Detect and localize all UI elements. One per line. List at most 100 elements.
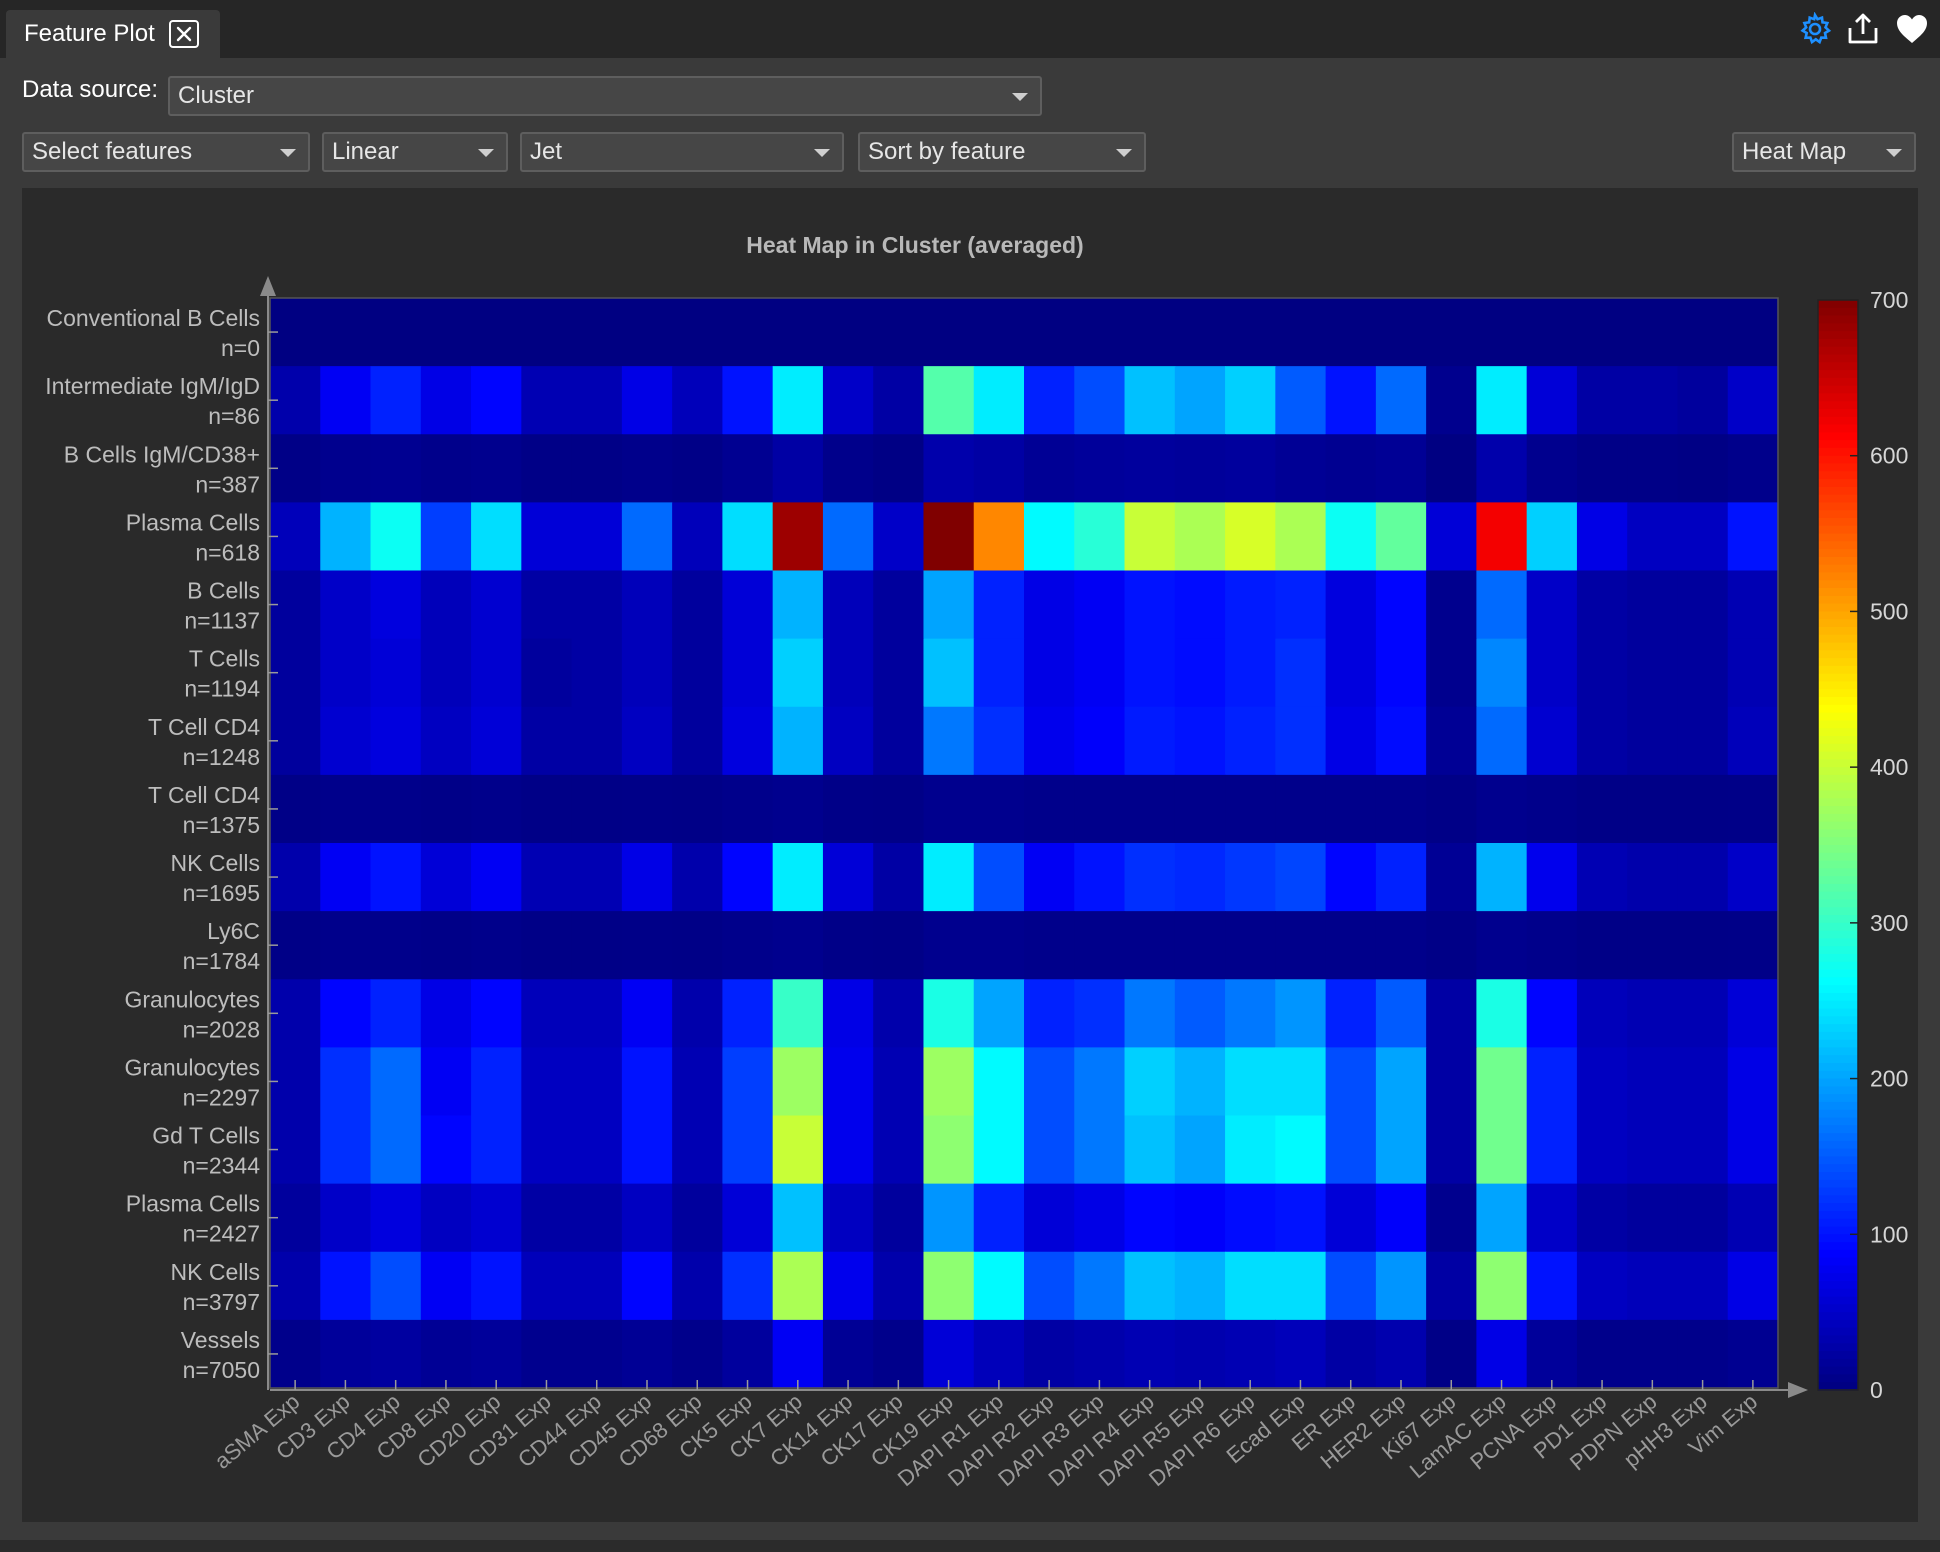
heatmap-cell — [1426, 1319, 1477, 1389]
heatmap-cell — [471, 570, 522, 640]
colorbar-segment — [1818, 370, 1858, 379]
close-icon[interactable] — [168, 20, 199, 48]
row-labels: Conventional B Cells n=0 Intermediate IgM/… — [45, 305, 260, 1383]
heatmap-cell — [1677, 638, 1729, 708]
colormap-dropdown[interactable]: Jet — [520, 132, 844, 172]
heatmap-cell — [521, 1319, 573, 1389]
heatmap-cell — [973, 502, 1025, 572]
heatmap-cell — [521, 1251, 573, 1321]
heatmap-cell — [1375, 1115, 1427, 1185]
heatmap-cell — [1325, 502, 1377, 572]
heatmap-cell — [1727, 638, 1779, 708]
heatmap-cell — [672, 706, 723, 776]
heatmap-cell — [1627, 502, 1679, 572]
heatmap-cell — [672, 1251, 723, 1321]
heatmap-cell — [1627, 570, 1679, 640]
heatmap-cell — [1576, 434, 1628, 503]
heatmap-cell — [1426, 638, 1477, 708]
tab-feature-plot[interactable]: Feature Plot — [6, 10, 220, 58]
heatmap-cell — [621, 1251, 673, 1321]
colorbar-segment — [1818, 852, 1858, 862]
colorbar-segment — [1818, 619, 1858, 628]
heatmap-cell — [1576, 1183, 1628, 1253]
heatmap-cell — [1426, 366, 1477, 435]
plot-type-dropdown[interactable]: Heat Map — [1732, 132, 1916, 172]
chevron-down-icon — [814, 149, 830, 157]
colorbar-segment — [1818, 1343, 1858, 1352]
heatmap-cell — [471, 638, 522, 708]
heatmap-cell — [521, 1115, 573, 1185]
select-features-dropdown[interactable]: Select features — [22, 132, 310, 172]
plot-area: Heat Map in Cluster (averaged) Conventio… — [22, 188, 1918, 1522]
data-source-dropdown[interactable]: Cluster — [168, 76, 1042, 116]
heatmap-cell — [1727, 979, 1779, 1048]
heatmap-cell — [1225, 706, 1276, 776]
heatmap-cell — [1526, 638, 1578, 708]
colorbar-segment — [1818, 494, 1858, 504]
heatmap-cell — [873, 1319, 925, 1389]
select-features-label: Select features — [32, 138, 193, 165]
heatmap-cell — [471, 1047, 522, 1117]
row-label-name: Granulocytes — [124, 986, 260, 1012]
colorbar-tick-label: 400 — [1870, 754, 1908, 780]
row-label-count: n=3797 — [183, 1289, 260, 1315]
heatmap-cell — [973, 1251, 1025, 1321]
heatmap-cell — [1627, 843, 1679, 912]
heatmap-cell — [621, 774, 673, 844]
colorbar-segment — [1818, 1187, 1858, 1197]
colorbar-segment — [1818, 1327, 1858, 1337]
heatmap-cell — [923, 366, 975, 435]
colorbar-segment — [1818, 1374, 1858, 1384]
heart-icon[interactable] — [1894, 12, 1930, 46]
heatmap-cell — [1426, 774, 1477, 844]
heatmap-cell — [320, 1047, 372, 1117]
heatmap-cell — [1576, 843, 1628, 912]
heatmap-cell — [722, 1047, 774, 1117]
heatmap-cell — [1526, 1047, 1578, 1117]
scale-dropdown[interactable]: Linear — [322, 132, 508, 172]
heatmap-cell — [471, 1183, 522, 1253]
heatmap-cell — [571, 366, 623, 435]
heatmap-cell — [873, 774, 925, 844]
sort-dropdown[interactable]: Sort by feature — [858, 132, 1146, 172]
gear-icon[interactable] — [1798, 12, 1832, 46]
heatmap-cell — [1476, 1115, 1528, 1185]
heatmap-cell — [722, 1115, 774, 1185]
heatmap-cell — [772, 1183, 824, 1253]
row-label-count: n=1194 — [184, 676, 260, 702]
heatmap-cell — [722, 434, 774, 503]
heatmap-cell — [420, 570, 472, 640]
heatmap-cell — [873, 638, 925, 708]
heatmap-cell — [873, 1183, 925, 1253]
export-icon[interactable] — [1846, 12, 1880, 46]
heatmap-cell — [1325, 1251, 1377, 1321]
heatmap-cell — [1677, 1115, 1729, 1185]
colorbar-segment — [1818, 930, 1858, 940]
row-label-count: n=387 — [195, 471, 260, 497]
colorbar-segment — [1818, 1172, 1858, 1181]
colorbar-segment — [1818, 1358, 1858, 1368]
heatmap-cell — [1677, 298, 1729, 367]
heatmap-cell — [722, 706, 774, 776]
heatmap-cell — [471, 366, 522, 435]
row-label-count: n=2028 — [183, 1016, 260, 1042]
colorbar-segment — [1818, 790, 1858, 800]
heatmap-cell — [822, 1319, 874, 1389]
heatmap-cell — [1325, 774, 1377, 844]
heatmap-cell — [1074, 1319, 1126, 1389]
colorbar-segment — [1818, 907, 1858, 916]
colorbar-segment — [1818, 806, 1858, 815]
heatmap-cell — [1024, 1183, 1075, 1253]
heatmap-cell — [772, 706, 824, 776]
heatmap-cell — [822, 979, 874, 1048]
heatmap-cell — [1174, 298, 1226, 367]
colorbar-segment — [1818, 774, 1858, 784]
heatmap-cell — [722, 638, 774, 708]
heatmap-cell — [420, 1183, 472, 1253]
heatmap-cell — [521, 1183, 573, 1253]
row-label-name: Granulocytes — [124, 1054, 260, 1080]
heatmap-cell — [923, 706, 975, 776]
heatmap-cell — [973, 1115, 1025, 1185]
heatmap-cell — [621, 1319, 673, 1389]
colorbar-segment — [1818, 1273, 1858, 1282]
